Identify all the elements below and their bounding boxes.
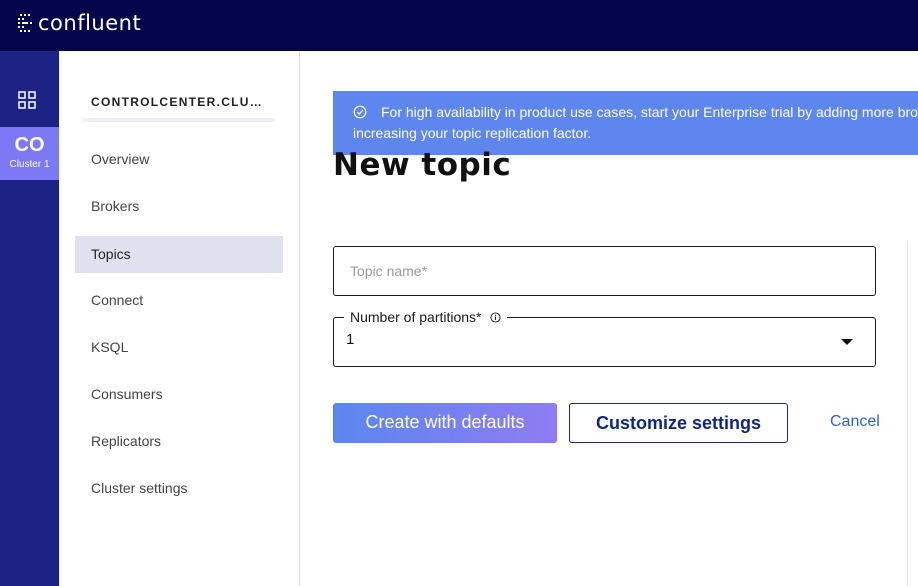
customize-settings-button[interactable]: Customize settings — [569, 403, 788, 443]
cluster-abbr: CO — [14, 134, 45, 156]
sidebar-item-overview[interactable]: Overview — [75, 141, 283, 178]
main-content: For high availability in product use cas… — [301, 51, 918, 586]
banner-text: For high availability in product use cas… — [353, 104, 918, 141]
sidebar-item-topics[interactable]: Topics — [75, 236, 283, 273]
sidebar: CONTROLCENTER.CLUSTER Overview Brokers T… — [59, 51, 300, 586]
page-title: New topic — [333, 147, 512, 183]
info-icon[interactable] — [489, 311, 501, 323]
sidebar-item-connect[interactable]: Connect — [75, 282, 283, 319]
topic-name-input[interactable] — [334, 247, 875, 295]
partitions-select[interactable]: Number of partitions* 1 — [333, 309, 876, 367]
partitions-label-wrap: Number of partitions* — [344, 309, 507, 325]
cluster-title-underline — [83, 118, 275, 122]
divider — [907, 241, 908, 586]
sidebar-item-cluster-settings[interactable]: Cluster settings — [75, 470, 283, 507]
partitions-value: 1 — [346, 331, 355, 348]
sidebar-item-ksql[interactable]: KSQL — [75, 329, 283, 366]
sidebar-item-consumers[interactable]: Consumers — [75, 376, 283, 413]
partitions-label: Number of partitions* — [350, 309, 482, 325]
left-rail: CO Cluster 1 — [0, 51, 59, 586]
top-bar: confluent — [0, 0, 918, 51]
create-with-defaults-button[interactable]: Create with defaults — [333, 403, 557, 443]
confluent-logo[interactable]: confluent — [18, 10, 141, 36]
cluster-tile[interactable]: CO Cluster 1 — [0, 127, 59, 180]
caret-down-icon[interactable] — [841, 339, 853, 345]
sidebar-item-replicators[interactable]: Replicators — [75, 423, 283, 460]
confluent-logo-icon — [18, 14, 32, 32]
topic-name-field[interactable] — [333, 246, 876, 296]
sidebar-item-brokers[interactable]: Brokers — [75, 188, 283, 225]
cluster-title: CONTROLCENTER.CLUSTER — [91, 95, 271, 109]
cluster-name: Cluster 1 — [9, 159, 50, 170]
grid-icon[interactable] — [17, 90, 37, 110]
cancel-link[interactable]: Cancel — [830, 413, 880, 431]
info-banner: For high availability in product use cas… — [333, 91, 918, 155]
logo-text: confluent — [38, 11, 142, 35]
